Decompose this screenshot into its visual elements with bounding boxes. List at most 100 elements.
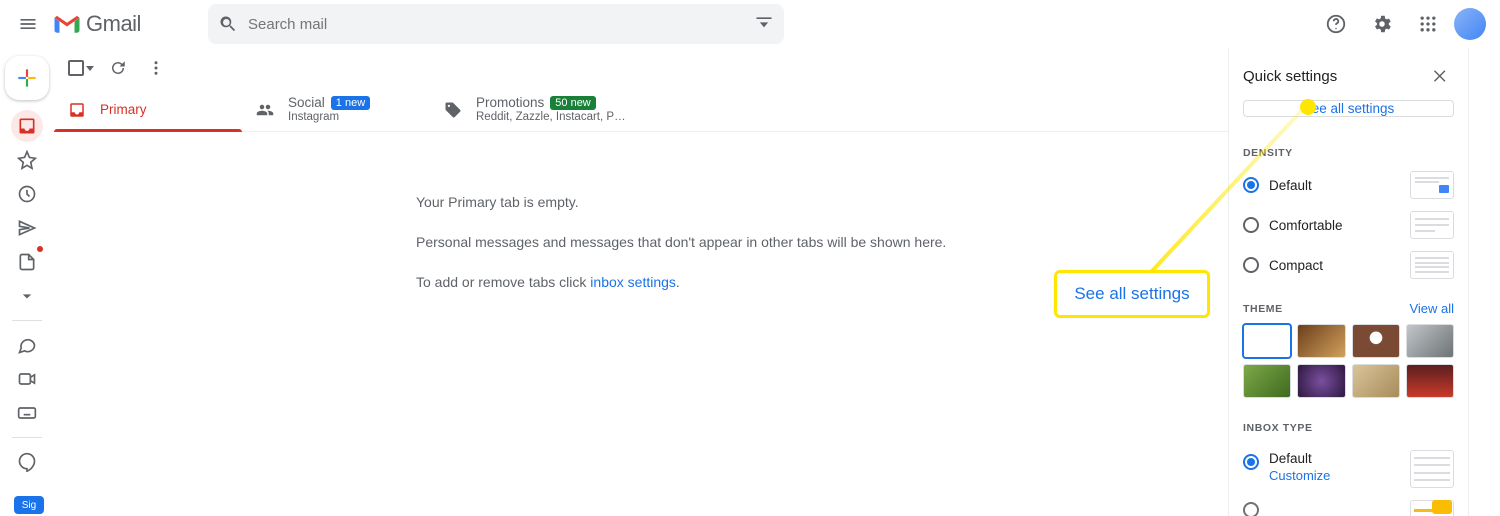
- nav-snoozed[interactable]: [11, 178, 43, 210]
- keep-addon-icon[interactable]: [1432, 500, 1452, 514]
- refresh-button[interactable]: [102, 52, 134, 84]
- empty-line-3-pre: To add or remove tabs click: [416, 274, 590, 290]
- annotation-dot: [1300, 99, 1316, 115]
- refresh-icon: [109, 59, 127, 77]
- social-tab-icon: [256, 101, 274, 119]
- nav-more[interactable]: [11, 280, 43, 312]
- search-options-icon[interactable]: [754, 14, 774, 34]
- theme-tile-7[interactable]: [1352, 364, 1400, 398]
- density-option-compact[interactable]: Compact: [1229, 245, 1468, 285]
- nav-keyboard[interactable]: [11, 397, 43, 429]
- inbox-type-default[interactable]: Default Customize: [1229, 440, 1468, 494]
- category-tabs: Primary Social 1 new Instagram Promotio: [54, 88, 1228, 132]
- drafts-unread-dot: [37, 246, 43, 252]
- account-avatar[interactable]: [1454, 8, 1486, 40]
- tab-social-label: Social: [288, 95, 325, 111]
- theme-view-all-link[interactable]: View all: [1409, 301, 1454, 316]
- nav-meet[interactable]: [11, 363, 43, 395]
- theme-tile-3[interactable]: [1352, 324, 1400, 358]
- chevron-down-icon: [17, 286, 37, 306]
- qs-header: Quick settings: [1229, 48, 1468, 100]
- nav-separator: [12, 320, 42, 321]
- main-menu-button[interactable]: [8, 4, 48, 44]
- inbox-customize-link[interactable]: Customize: [1269, 468, 1330, 485]
- settings-button[interactable]: [1362, 4, 1402, 44]
- search-input[interactable]: [248, 16, 744, 33]
- select-all-combo[interactable]: [66, 56, 96, 80]
- gmail-wordmark: Gmail: [86, 11, 141, 37]
- hangouts-icon: [17, 452, 37, 472]
- density-option-comfortable[interactable]: Comfortable: [1229, 205, 1468, 245]
- list-toolbar: [54, 48, 1228, 88]
- topbar-right: [1316, 4, 1492, 44]
- gmail-logo[interactable]: Gmail: [52, 11, 141, 37]
- theme-tile-6[interactable]: [1297, 364, 1345, 398]
- tab-primary[interactable]: Primary: [54, 88, 242, 131]
- inbox-settings-link[interactable]: inbox settings: [590, 274, 676, 290]
- star-icon: [17, 150, 37, 170]
- nav-starred[interactable]: [11, 144, 43, 176]
- inbox-empty-state: Your Primary tab is empty. Personal mess…: [54, 132, 1228, 314]
- topbar: Gmail: [0, 0, 1500, 48]
- theme-header: THEME View all: [1229, 293, 1468, 320]
- sign-in-chip[interactable]: Sig: [14, 496, 44, 514]
- density-section-label: DENSITY: [1229, 141, 1468, 165]
- empty-line-1: Your Primary tab is empty.: [416, 194, 1228, 210]
- theme-tile-2[interactable]: [1297, 324, 1345, 358]
- annotation-text: See all settings: [1074, 284, 1189, 304]
- theme-tile-4[interactable]: [1406, 324, 1454, 358]
- theme-tile-1[interactable]: [1243, 324, 1291, 358]
- density-compact-thumb: [1410, 251, 1454, 279]
- topbar-left: Gmail: [8, 4, 208, 44]
- clock-icon: [17, 184, 37, 204]
- help-icon: [1325, 13, 1347, 35]
- tab-promotions[interactable]: Promotions 50 new Reddit, Zazzle, Instac…: [430, 88, 640, 131]
- search-box[interactable]: [208, 4, 784, 44]
- keyboard-icon: [17, 403, 37, 423]
- density-comfortable-label: Comfortable: [1269, 218, 1400, 233]
- promotions-tab-icon: [444, 101, 462, 119]
- send-icon: [17, 218, 37, 238]
- left-nav: [0, 48, 54, 516]
- theme-section-label: THEME: [1243, 303, 1283, 315]
- search-icon: [218, 14, 238, 34]
- radio-icon: [1243, 257, 1259, 273]
- select-all-checkbox[interactable]: [68, 60, 84, 76]
- inbox-icon: [17, 116, 37, 136]
- density-default-thumb: [1410, 171, 1454, 199]
- nav-sent[interactable]: [11, 212, 43, 244]
- theme-tile-5[interactable]: [1243, 364, 1291, 398]
- nav-chat[interactable]: [11, 329, 43, 361]
- apps-grid-icon: [1418, 14, 1438, 34]
- nav-drafts[interactable]: [11, 246, 43, 278]
- theme-tile-8[interactable]: [1406, 364, 1454, 398]
- quick-settings-panel: Quick settings See all settings DENSITY …: [1228, 48, 1468, 516]
- more-button[interactable]: [140, 52, 172, 84]
- inbox-default-label: Default: [1269, 450, 1330, 468]
- video-icon: [17, 369, 37, 389]
- compose-button[interactable]: [5, 56, 49, 100]
- tab-primary-label: Primary: [100, 102, 147, 118]
- radio-checked-icon: [1243, 454, 1259, 470]
- density-default-label: Default: [1269, 178, 1400, 193]
- qs-close-button[interactable]: [1426, 62, 1454, 90]
- nav-hangouts[interactable]: [11, 446, 43, 478]
- tab-promotions-badge: 50 new: [550, 96, 595, 111]
- select-dropdown-icon[interactable]: [86, 66, 94, 71]
- density-comfortable-thumb: [1410, 211, 1454, 239]
- density-compact-label: Compact: [1269, 258, 1400, 273]
- main-layout: Sig Primary: [0, 48, 1500, 516]
- inbox-tab-icon: [68, 101, 86, 119]
- radio-checked-icon: [1243, 177, 1259, 193]
- chat-icon: [17, 335, 37, 355]
- see-all-settings-button[interactable]: See all settings: [1243, 100, 1454, 117]
- draft-icon: [17, 252, 37, 272]
- center-pane: Primary Social 1 new Instagram Promotio: [54, 48, 1228, 516]
- radio-icon: [1243, 217, 1259, 233]
- tab-social[interactable]: Social 1 new Instagram: [242, 88, 430, 131]
- density-option-default[interactable]: Default: [1229, 165, 1468, 205]
- empty-line-3-post: .: [676, 274, 680, 290]
- apps-button[interactable]: [1408, 4, 1448, 44]
- nav-inbox[interactable]: [11, 110, 43, 142]
- support-button[interactable]: [1316, 4, 1356, 44]
